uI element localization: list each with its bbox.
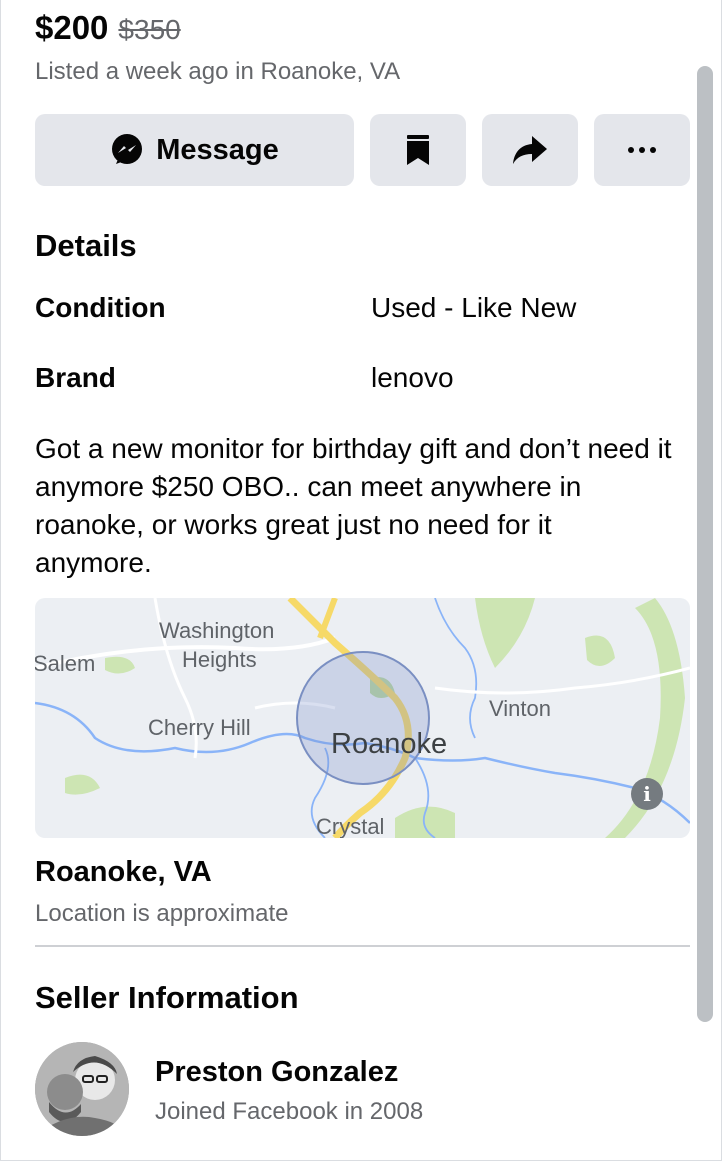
- brand-value: lenovo: [371, 362, 454, 393]
- save-button[interactable]: [370, 114, 466, 186]
- map-label-roanoke: Roanoke: [331, 728, 448, 760]
- price: $200: [35, 9, 109, 46]
- location-title: Roanoke, VA: [35, 856, 212, 888]
- seller-name[interactable]: Preston Gonzalez: [155, 1056, 398, 1089]
- more-dots-icon: [628, 147, 656, 153]
- seller-avatar[interactable]: [35, 1042, 129, 1136]
- listing-description: Got a new monitor for birthday gift and …: [35, 433, 672, 578]
- map-graphic: [35, 598, 690, 838]
- map-label-vinton: Vinton: [489, 696, 551, 721]
- messenger-icon: [112, 134, 143, 164]
- map-info-icon[interactable]: i: [631, 778, 663, 810]
- share-arrow-icon: [513, 136, 547, 164]
- condition-value: Used - Like New: [371, 292, 577, 323]
- map-label-washington: Washington: [159, 618, 275, 643]
- map-label-cherry-hill: Cherry Hill: [148, 715, 251, 740]
- map-label-crystal: Crystal: [316, 814, 385, 838]
- divider: [35, 945, 690, 947]
- scrollbar[interactable]: [697, 66, 713, 1022]
- seller-info-title: Seller Information: [35, 980, 299, 1015]
- original-price: $350: [118, 14, 181, 45]
- message-button-label: Message: [156, 133, 279, 166]
- location-note: Location is approximate: [35, 900, 289, 927]
- more-button[interactable]: [594, 114, 690, 186]
- map-label-heights: Heights: [182, 647, 257, 672]
- bookmark-icon: [407, 135, 429, 165]
- details-title: Details: [35, 228, 137, 263]
- location-map[interactable]: Washington Heights Salem Cherry Hill Vin…: [35, 598, 690, 838]
- seller-joined: Joined Facebook in 2008: [155, 1098, 424, 1125]
- price-row: $200 $350: [35, 8, 181, 48]
- avatar-photo: [35, 1042, 129, 1136]
- condition-label: Condition: [35, 292, 166, 323]
- brand-label: Brand: [35, 362, 116, 393]
- share-button[interactable]: [482, 114, 578, 186]
- message-button[interactable]: Message: [35, 114, 354, 186]
- map-label-salem: Salem: [35, 651, 96, 676]
- listed-info: Listed a week ago in Roanoke, VA: [35, 58, 401, 85]
